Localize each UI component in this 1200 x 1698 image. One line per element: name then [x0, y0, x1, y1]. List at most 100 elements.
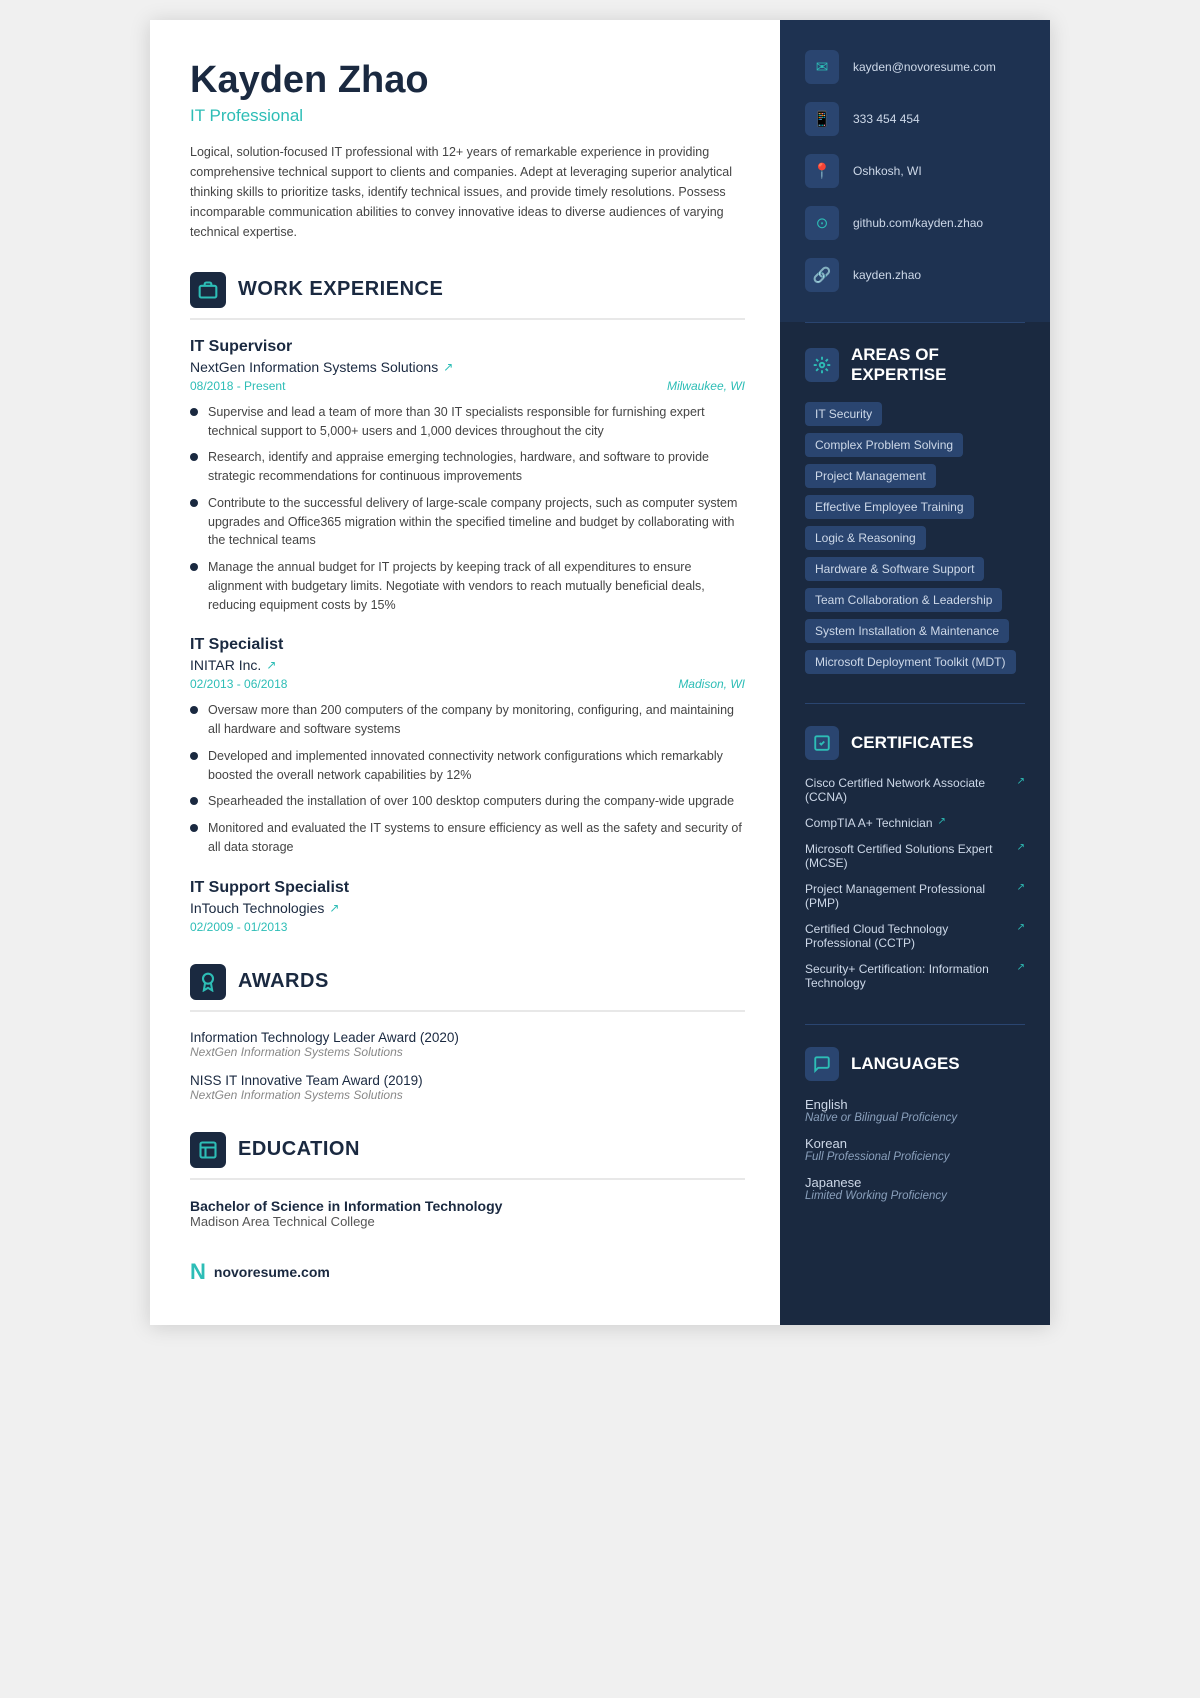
lang-2: Korean Full Professional Proficiency	[805, 1136, 1025, 1163]
bullet-dot	[190, 499, 198, 507]
cert-5-link[interactable]: ↗	[1017, 922, 1025, 933]
job-2-bullet-2: Developed and implemented innovated conn…	[190, 747, 745, 785]
languages-header: LANGUAGES	[805, 1047, 1025, 1081]
phone-icon: 📱	[805, 102, 839, 136]
job-3-title: IT Support Specialist	[190, 879, 745, 897]
skill-9: Microsoft Deployment Toolkit (MDT)	[805, 650, 1016, 674]
awards-header: AWARDS	[190, 964, 745, 1012]
right-column: ✉ kayden@novoresume.com 📱 333 454 454 📍 …	[780, 20, 1050, 1325]
job-1-company: NextGen Information Systems Solutions ↗	[190, 359, 745, 375]
contact-email-text: kayden@novoresume.com	[853, 60, 996, 74]
certificates-title: CERTIFICATES	[851, 733, 973, 753]
cert-1-link[interactable]: ↗	[1017, 776, 1025, 787]
certificates-section: CERTIFICATES Cisco Certified Network Ass…	[780, 704, 1050, 1024]
skill-1: IT Security	[805, 402, 882, 426]
edu-school: Madison Area Technical College	[190, 1214, 745, 1229]
cert-6-link[interactable]: ↗	[1017, 962, 1025, 973]
cert-4-link[interactable]: ↗	[1017, 882, 1025, 893]
job-2: IT Specialist INITAR Inc. ↗ 02/2013 - 06…	[190, 636, 745, 856]
header: Kayden Zhao IT Professional Logical, sol…	[190, 60, 745, 242]
job-1-bullet-2: Research, identify and appraise emerging…	[190, 448, 745, 486]
brand-url: novoresume.com	[214, 1264, 330, 1280]
skill-6: Hardware & Software Support	[805, 557, 984, 581]
job-2-link-icon[interactable]: ↗	[266, 658, 276, 672]
job-2-location: Madison, WI	[678, 677, 745, 691]
job-1-date-location: 08/2018 - Present Milwaukee, WI	[190, 379, 745, 393]
cert-4: Project Management Professional (PMP) ↗	[805, 882, 1025, 910]
languages-title: LANGUAGES	[851, 1054, 960, 1074]
award-2-org: NextGen Information Systems Solutions	[190, 1088, 745, 1102]
contact-section: ✉ kayden@novoresume.com 📱 333 454 454 📍 …	[780, 20, 1050, 322]
work-experience-header: WORK EXPERIENCE	[190, 272, 745, 320]
github-icon: ⊙	[805, 206, 839, 240]
job-3-link-icon[interactable]: ↗	[329, 901, 339, 915]
job-1-bullets: Supervise and lead a team of more than 3…	[190, 403, 745, 615]
job-1-bullet-3: Contribute to the successful delivery of…	[190, 494, 745, 550]
brand-logo-n: N	[190, 1259, 206, 1285]
expertise-title: AREAS OF EXPERTISE	[851, 345, 946, 386]
bullet-dot	[190, 453, 198, 461]
job-2-bullet-4: Monitored and evaluated the IT systems t…	[190, 819, 745, 857]
lang-3-level: Limited Working Proficiency	[805, 1190, 1025, 1202]
lang-3: Japanese Limited Working Proficiency	[805, 1175, 1025, 1202]
candidate-name: Kayden Zhao	[190, 60, 745, 102]
job-3: IT Support Specialist InTouch Technologi…	[190, 879, 745, 934]
skill-4: Effective Employee Training	[805, 495, 974, 519]
languages-icon	[805, 1047, 839, 1081]
bullet-dot	[190, 752, 198, 760]
job-1: IT Supervisor NextGen Information System…	[190, 338, 745, 615]
work-section-title: WORK EXPERIENCE	[238, 278, 443, 301]
education-header: EDUCATION	[190, 1132, 745, 1180]
award-2-name: NISS IT Innovative Team Award (2019)	[190, 1073, 745, 1088]
skill-3: Project Management	[805, 464, 936, 488]
lang-2-level: Full Professional Proficiency	[805, 1151, 1025, 1163]
work-icon	[190, 272, 226, 308]
job-3-company: InTouch Technologies ↗	[190, 900, 745, 916]
job-2-date: 02/2013 - 06/2018	[190, 677, 287, 691]
job-1-bullet-1: Supervise and lead a team of more than 3…	[190, 403, 745, 441]
awards-section-title: AWARDS	[238, 970, 329, 993]
contact-portfolio-text: kayden.zhao	[853, 268, 921, 282]
cert-5: Certified Cloud Technology Professional …	[805, 922, 1025, 950]
skill-8: System Installation & Maintenance	[805, 619, 1009, 643]
skill-2: Complex Problem Solving	[805, 433, 963, 457]
skills-list: IT Security Complex Problem Solving Proj…	[805, 402, 1025, 681]
contact-email: ✉ kayden@novoresume.com	[805, 50, 1025, 84]
job-2-bullet-1: Oversaw more than 200 computers of the c…	[190, 701, 745, 739]
contact-phone-text: 333 454 454	[853, 112, 920, 126]
contact-location: 📍 Oshkosh, WI	[805, 154, 1025, 188]
candidate-title: IT Professional	[190, 106, 745, 126]
cert-2-link[interactable]: ↗	[938, 816, 946, 827]
lang-1-level: Native or Bilingual Proficiency	[805, 1112, 1025, 1124]
education-section-title: EDUCATION	[238, 1138, 360, 1161]
bullet-dot	[190, 824, 198, 832]
job-1-title: IT Supervisor	[190, 338, 745, 356]
cert-3-link[interactable]: ↗	[1017, 842, 1025, 853]
candidate-summary: Logical, solution-focused IT professiona…	[190, 142, 745, 242]
cert-6: Security+ Certification: Information Tec…	[805, 962, 1025, 990]
bullet-dot	[190, 563, 198, 571]
skill-5: Logic & Reasoning	[805, 526, 926, 550]
expertise-section: AREAS OF EXPERTISE IT Security Complex P…	[780, 323, 1050, 703]
bullet-dot	[190, 408, 198, 416]
award-2: NISS IT Innovative Team Award (2019) Nex…	[190, 1073, 745, 1102]
job-3-date: 02/2009 - 01/2013	[190, 920, 287, 934]
left-column: Kayden Zhao IT Professional Logical, sol…	[150, 20, 780, 1325]
cert-2: CompTIA A+ Technician ↗	[805, 816, 1025, 830]
lang-1-name: English	[805, 1097, 1025, 1112]
education-section: EDUCATION Bachelor of Science in Informa…	[190, 1132, 745, 1229]
lang-3-name: Japanese	[805, 1175, 1025, 1190]
location-icon: 📍	[805, 154, 839, 188]
job-2-bullets: Oversaw more than 200 computers of the c…	[190, 701, 745, 856]
footer-brand: N novoresume.com	[190, 1259, 745, 1285]
job-1-location: Milwaukee, WI	[667, 379, 745, 393]
contact-github-text: github.com/kayden.zhao	[853, 216, 983, 230]
certificates-header: CERTIFICATES	[805, 726, 1025, 760]
bullet-dot	[190, 797, 198, 805]
contact-portfolio: 🔗 kayden.zhao	[805, 258, 1025, 292]
job-2-bullet-3: Spearheaded the installation of over 100…	[190, 792, 745, 811]
job-2-title: IT Specialist	[190, 636, 745, 654]
job-1-link-icon[interactable]: ↗	[443, 360, 453, 374]
job-1-date: 08/2018 - Present	[190, 379, 285, 393]
job-2-company: INITAR Inc. ↗	[190, 657, 745, 673]
